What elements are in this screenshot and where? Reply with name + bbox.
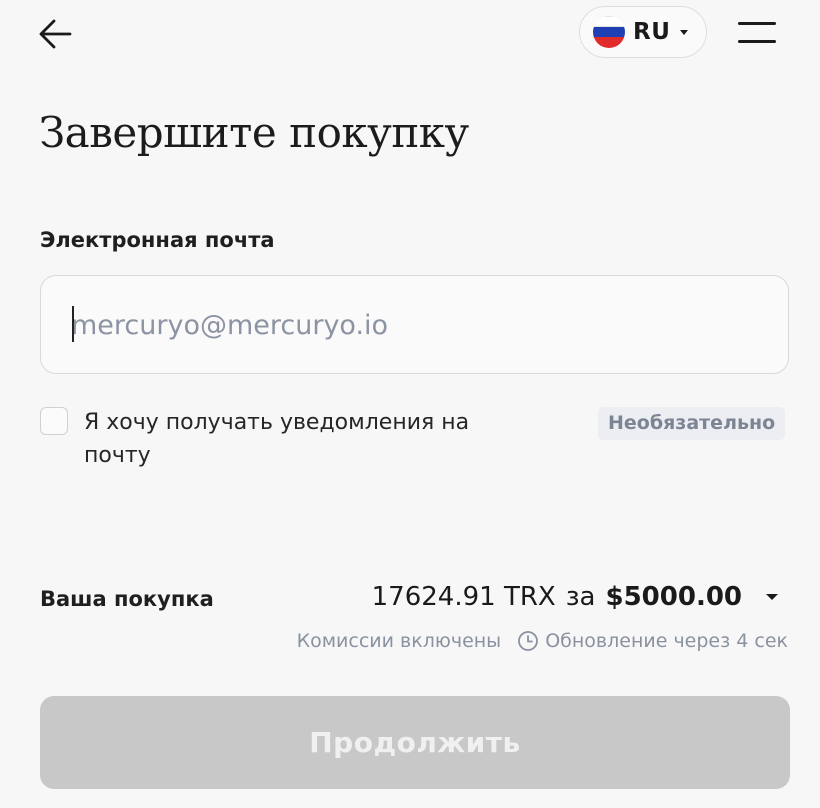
russia-flag-icon	[593, 16, 625, 48]
notifications-checkbox[interactable]	[40, 407, 68, 435]
purchase-label: Ваша покупка	[40, 587, 214, 611]
amount-connector: за	[565, 582, 596, 612]
notifications-label[interactable]: Я хочу получать уведомления на почту	[84, 406, 534, 472]
page-title: Завершите покупку	[39, 108, 469, 157]
purchase-summary-toggle[interactable]: 17624.91 TRX за $5000.00	[372, 582, 778, 612]
refresh-note: Обновление через 4 сек	[545, 630, 788, 652]
fiat-amount: $5000.00	[605, 582, 742, 612]
fees-row: Комиссии включены Обновление через 4 сек	[297, 630, 788, 652]
email-label: Электронная почта	[40, 228, 275, 252]
arrow-left-icon	[39, 19, 72, 49]
email-field[interactable]	[71, 304, 751, 346]
optional-badge: Необязательно	[598, 407, 786, 440]
fees-note: Комиссии включены	[296, 630, 502, 652]
back-button[interactable]	[36, 14, 76, 54]
language-code: RU	[633, 19, 671, 45]
caret-down-icon	[766, 594, 778, 600]
email-field-container[interactable]	[40, 275, 789, 374]
menu-button[interactable]	[736, 18, 778, 46]
caret-down-icon	[680, 29, 689, 35]
language-selector[interactable]: RU	[579, 6, 707, 58]
crypto-amount: 17624.91 TRX	[371, 582, 556, 612]
clock-icon	[518, 631, 539, 651]
continue-button[interactable]: Продолжить	[40, 696, 790, 789]
text-cursor	[72, 306, 74, 342]
